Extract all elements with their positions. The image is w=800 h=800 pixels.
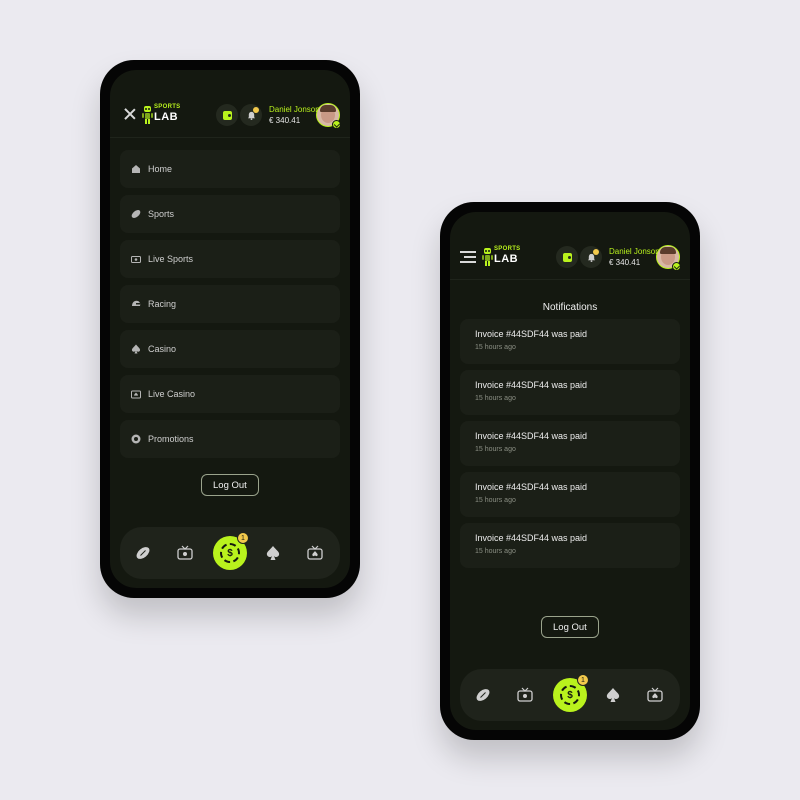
notifications-screen: SPORTS LAB Daniel Jonson € 340.41 Notifi… xyxy=(450,212,690,730)
tab-live-casino[interactable] xyxy=(307,545,323,561)
notification-time: 15 hours ago xyxy=(475,548,516,555)
page-title: Notifications xyxy=(542,302,598,313)
live-casino-icon xyxy=(647,687,663,702)
notification-item[interactable]: Invoice #44SDF44 was paid 15 hours ago xyxy=(460,472,680,517)
menu-item-racing[interactable]: Racing xyxy=(120,285,340,323)
badge-icon xyxy=(131,434,141,444)
menu-item-label: Casino xyxy=(148,344,177,354)
casino-chip-icon: $ xyxy=(220,543,240,563)
helmet-icon xyxy=(132,300,141,306)
menu-item-label: Live Sports xyxy=(148,254,194,264)
verified-check-icon xyxy=(672,262,681,271)
tab-live-sports[interactable] xyxy=(177,545,193,561)
spade-icon xyxy=(606,688,620,702)
bottom-tab-bar: $ 1 xyxy=(120,527,340,579)
robot-mascot-icon xyxy=(142,106,153,124)
notification-text: Invoice #44SDF44 was paid xyxy=(475,380,588,390)
menu-item-home[interactable]: Home xyxy=(120,150,340,188)
robot-mascot-icon xyxy=(482,248,493,266)
live-casino-icon xyxy=(307,545,323,560)
logo[interactable]: SPORTS LAB xyxy=(142,104,182,126)
tab-casino[interactable] xyxy=(605,687,621,703)
notification-text: Invoice #44SDF44 was paid xyxy=(475,329,588,339)
tab-live-sports[interactable] xyxy=(517,687,533,703)
casino-chip-icon: $ xyxy=(560,685,580,705)
menu-item-label: Live Casino xyxy=(148,389,196,399)
tab-sports[interactable] xyxy=(475,687,491,703)
verified-check-icon xyxy=(332,120,341,129)
tab-live-casino[interactable] xyxy=(647,687,663,703)
user-balance: € 340.41 xyxy=(269,116,301,125)
home-icon xyxy=(132,165,140,173)
wallet-button[interactable] xyxy=(556,246,578,268)
menu-item-label: Promotions xyxy=(148,434,194,444)
logout-button[interactable]: Log Out xyxy=(201,474,259,496)
tv-icon xyxy=(131,256,141,263)
menu-item-label: Sports xyxy=(148,209,175,219)
tv-icon xyxy=(177,545,193,560)
notification-time: 15 hours ago xyxy=(475,446,516,453)
logout-button[interactable]: Log Out xyxy=(541,616,599,638)
app-header: SPORTS LAB Daniel Jonson € 340.41 xyxy=(450,212,690,280)
menu-item-live-sports[interactable]: Live Sports xyxy=(120,240,340,278)
wallet-icon xyxy=(222,110,232,120)
tv-icon xyxy=(517,687,533,702)
notification-item[interactable]: Invoice #44SDF44 was paid 15 hours ago xyxy=(460,523,680,568)
wallet-button[interactable] xyxy=(216,104,238,126)
notification-text: Invoice #44SDF44 was paid xyxy=(475,533,588,543)
menu-item-promotions[interactable]: Promotions xyxy=(120,420,340,458)
menu-item-label: Racing xyxy=(148,299,177,309)
menu-item-live-casino[interactable]: Live Casino xyxy=(120,375,340,413)
menu-item-casino[interactable]: Casino xyxy=(120,330,340,368)
notification-dot xyxy=(593,249,599,255)
notification-dot xyxy=(253,107,259,113)
live-casino-icon xyxy=(131,390,141,399)
tab-casino[interactable] xyxy=(265,545,281,561)
spade-icon xyxy=(266,546,280,560)
hamburger-menu-icon[interactable] xyxy=(460,251,476,263)
notification-time: 15 hours ago xyxy=(475,395,516,402)
menu-screen: SPORTS LAB Daniel Jonson € 340.41 Home S… xyxy=(110,70,350,588)
logo-text-top: SPORTS xyxy=(154,104,181,110)
notification-time: 15 hours ago xyxy=(475,497,516,504)
user-balance: € 340.41 xyxy=(609,258,641,267)
close-icon[interactable] xyxy=(124,108,136,120)
wallet-icon xyxy=(562,252,572,262)
spade-icon xyxy=(131,344,141,354)
notification-text: Invoice #44SDF44 was paid xyxy=(475,431,588,441)
football-icon xyxy=(136,547,150,559)
app-header: SPORTS LAB Daniel Jonson € 340.41 xyxy=(110,70,350,138)
notification-item[interactable]: Invoice #44SDF44 was paid 15 hours ago xyxy=(460,370,680,415)
logo-text-bottom: LAB xyxy=(494,253,519,265)
notifications-button[interactable] xyxy=(580,246,602,268)
phone-menu-screen: SPORTS LAB Daniel Jonson € 340.41 Home S… xyxy=(100,60,360,598)
notification-item[interactable]: Invoice #44SDF44 was paid 15 hours ago xyxy=(460,319,680,364)
tab-badge: 1 xyxy=(577,674,589,686)
user-name: Daniel Jonson xyxy=(269,105,320,114)
bottom-tab-bar: $ 1 xyxy=(460,669,680,721)
football-icon xyxy=(131,210,141,218)
tab-sports[interactable] xyxy=(135,545,151,561)
notification-text: Invoice #44SDF44 was paid xyxy=(475,482,588,492)
menu-item-sports[interactable]: Sports xyxy=(120,195,340,233)
user-name: Daniel Jonson xyxy=(609,247,660,256)
menu-item-label: Home xyxy=(148,164,173,174)
logo-text-top: SPORTS xyxy=(494,246,521,252)
logo[interactable]: SPORTS LAB xyxy=(482,246,522,268)
tab-badge: 1 xyxy=(237,532,249,544)
notifications-button[interactable] xyxy=(240,104,262,126)
notification-item[interactable]: Invoice #44SDF44 was paid 15 hours ago xyxy=(460,421,680,466)
football-icon xyxy=(476,689,490,701)
notification-time: 15 hours ago xyxy=(475,344,516,351)
phone-notifications-screen: SPORTS LAB Daniel Jonson € 340.41 Notifi… xyxy=(440,202,700,740)
logo-text-bottom: LAB xyxy=(154,111,179,123)
